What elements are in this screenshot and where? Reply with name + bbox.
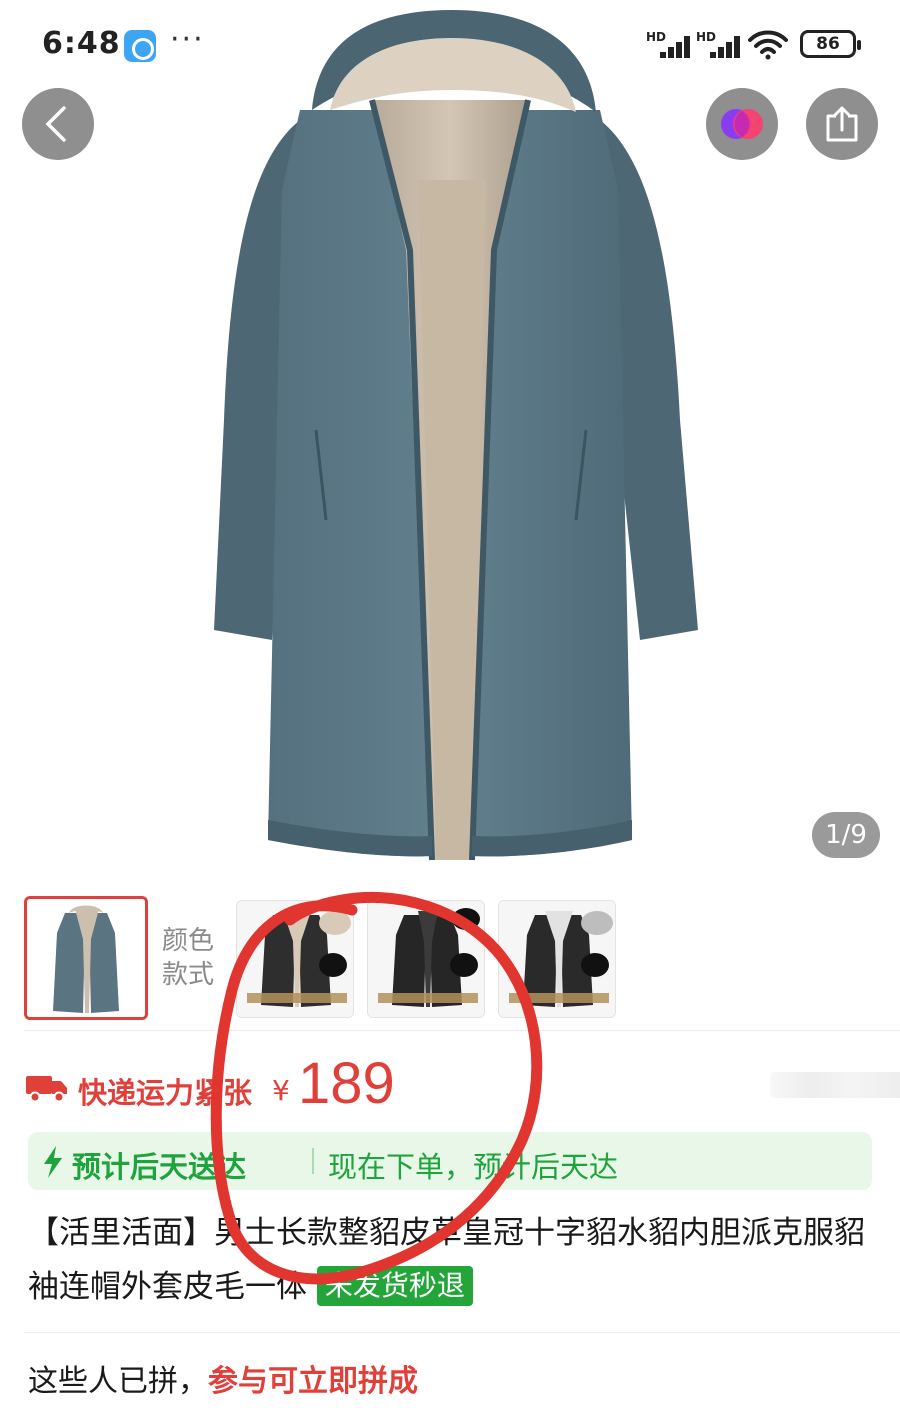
variant-image [499,901,615,1017]
overlap-circles-icon [721,109,763,139]
group-buy-row[interactable]: 这些人已拼，参与可立即拼成 [28,1356,418,1400]
product-image-gallery[interactable]: 6:48 ··· HD HD 86 1/9 [0,0,900,880]
truck-icon [26,1076,67,1102]
delivery-detail: 现在下单，预计后天达 [328,1150,619,1184]
status-bar: 6:48 ··· HD HD 86 [0,0,900,88]
more-notifications-icon: ··· [170,22,205,57]
share-icon [826,106,858,142]
back-button[interactable] [22,88,94,160]
variant-thumbnail[interactable] [236,900,354,1018]
delivery-headline: 预计后天送达 [72,1150,247,1184]
blurred-info [770,1072,900,1098]
variant-image [237,901,353,1017]
battery-indicator: 86 [800,30,861,58]
variant-selector: 颜色 款式 [0,894,900,1026]
variant-thumbnail-selected[interactable] [24,896,148,1020]
variant-label: 颜色 款式 [162,926,215,990]
refund-badge: 未发货秒退 [316,1266,473,1306]
delivery-shortage-notice: 快递运力紧张 [78,1076,253,1110]
divider [312,1148,314,1174]
lightning-icon [44,1146,62,1178]
group-buy-prefix: 这些人已拼， [28,1364,208,1399]
chevron-left-icon [45,106,66,142]
product-title: 【活里活面】男士长款整貂皮草皇冠十字貂水貂内胆派克服貂袖连帽外套皮毛一体 未发货… [28,1206,878,1314]
status-time: 6:48 [42,26,121,61]
variant-thumbnail[interactable] [498,900,616,1018]
app-notification-icon [124,30,156,62]
variant-image [368,901,484,1017]
divider [24,1030,900,1031]
price-row: 快递运力紧张 ¥ 189 [26,1048,900,1120]
image-page-indicator: 1/9 [812,812,880,858]
cellular-signal-icon: HD [646,30,696,58]
wifi-icon [748,30,788,60]
variant-image [27,899,145,1017]
cellular-signal-icon: HD [696,30,746,58]
delivery-estimate-banner: 预计后天送达 现在下单，预计后天达 [28,1132,872,1190]
group-buy-accent: 参与可立即拼成 [208,1364,418,1399]
compare-button[interactable] [706,88,778,160]
share-button[interactable] [806,88,878,160]
product-price: 189 [298,1051,395,1116]
divider [24,1332,900,1333]
currency-symbol: ¥ [272,1074,290,1107]
variant-thumbnail[interactable] [367,900,485,1018]
